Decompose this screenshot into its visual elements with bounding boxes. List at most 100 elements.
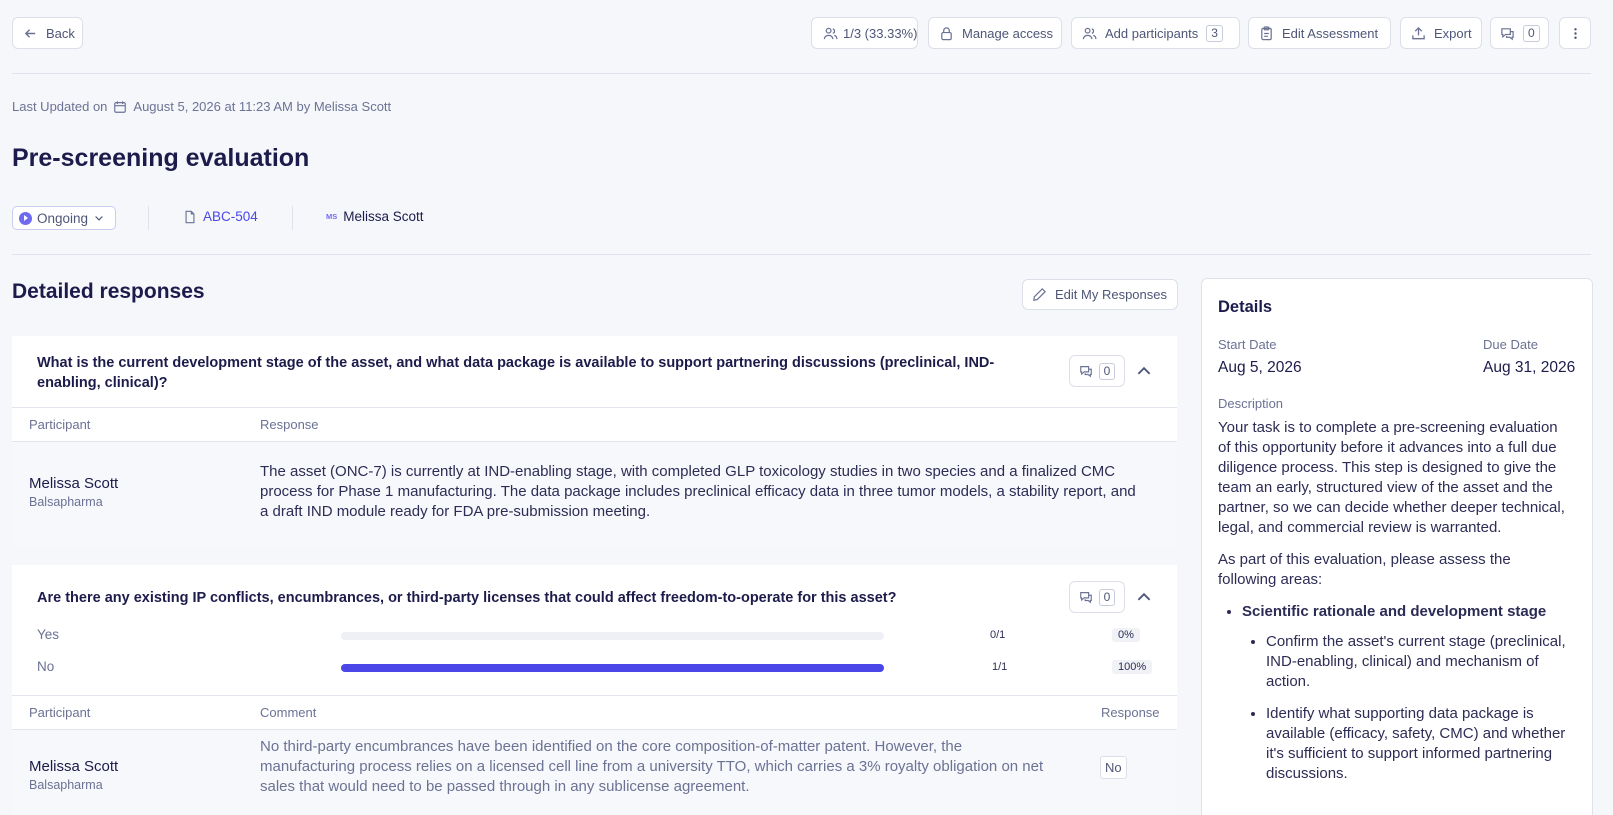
manage-access-button[interactable]: Manage access	[928, 17, 1062, 49]
question-card: What is the current development stage of…	[12, 336, 1177, 548]
back-button[interactable]: Back	[12, 17, 83, 49]
column-header-participant: Participant	[29, 417, 91, 432]
column-header-response: Response	[1101, 705, 1160, 720]
areas-list: Scientific rationale and development sta…	[1218, 602, 1573, 784]
last-updated-value: August 5, 2026 at 11:23 AM by Melissa Sc…	[133, 99, 392, 114]
export-label: Export	[1434, 25, 1472, 41]
comment-text: No third-party encumbrances have been id…	[260, 738, 1044, 795]
progress-label: 1/3 (33.33%)	[843, 25, 918, 41]
edit-assessment-button[interactable]: Edit Assessment	[1248, 17, 1391, 49]
participant-org: Balsapharma	[29, 495, 103, 509]
question-comments-count: 0	[1098, 362, 1116, 380]
description-paragraph: Your task is to complete a pre-screening…	[1218, 419, 1565, 536]
edit-my-responses-label: Edit My Responses	[1055, 287, 1167, 302]
meta-bottom-divider	[12, 254, 1591, 255]
start-date-value: Aug 5, 2026	[1218, 359, 1302, 376]
description-paragraph: As part of this evaluation, please asses…	[1218, 551, 1511, 588]
option-bar	[341, 632, 884, 640]
clipboard-icon	[1261, 25, 1272, 40]
start-date-label: Start Date	[1218, 337, 1277, 352]
more-vertical-icon	[1573, 27, 1577, 39]
option-percent: 100%	[1112, 660, 1153, 674]
lock-icon	[941, 26, 952, 40]
question-comments-button[interactable]: 0	[1069, 355, 1125, 387]
participant-org: Balsapharma	[29, 778, 103, 792]
divider	[12, 695, 1177, 696]
due-date-value: Aug 31, 2026	[1483, 359, 1576, 376]
question-comments-count: 0	[1098, 588, 1116, 606]
status-dropdown[interactable]: Ongoing	[12, 206, 116, 230]
upload-icon	[1412, 26, 1425, 39]
meta-divider	[292, 206, 293, 230]
owner-name: Melissa Scott	[343, 209, 424, 224]
add-participants-label: Add participants	[1105, 25, 1199, 41]
avatar: MS	[326, 212, 338, 221]
chevron-up-icon[interactable]	[1135, 362, 1153, 380]
option-percent: 0%	[1112, 628, 1140, 642]
section-heading: Detailed responses	[12, 280, 205, 303]
response-badge: No	[1100, 756, 1127, 779]
question-comments-button[interactable]: 0	[1069, 581, 1125, 613]
asset-code: ABC-504	[203, 209, 258, 224]
details-heading: Details	[1218, 298, 1273, 316]
pencil-icon	[1033, 288, 1046, 301]
column-header-response: Response	[260, 417, 319, 432]
area-item: Scientific rationale and development sta…	[1242, 602, 1573, 784]
comments-icon	[1079, 592, 1092, 604]
divider	[12, 407, 1177, 408]
edit-my-responses-button[interactable]: Edit My Responses	[1022, 279, 1178, 310]
column-header-comment: Comment	[260, 705, 317, 720]
comments-icon	[1501, 27, 1514, 40]
column-header-participant: Participant	[29, 705, 91, 720]
comments-icon	[1079, 366, 1092, 378]
response-text: The asset (ONC-7) is currently at IND-en…	[260, 463, 1136, 520]
add-participants-button[interactable]: Add participants 3	[1071, 17, 1240, 49]
question-card: Are there any existing IP conflicts, enc…	[12, 565, 1177, 815]
edit-assessment-label: Edit Assessment	[1282, 25, 1379, 41]
progress-indicator[interactable]: 1/3 (33.33%)	[811, 17, 918, 49]
option-row-yes: Yes 0/1 0%	[12, 627, 1177, 647]
arrow-left-icon	[24, 28, 36, 38]
question-text: Are there any existing IP conflicts, enc…	[37, 590, 897, 606]
description-label: Description	[1218, 396, 1284, 411]
owner: MS Melissa Scott	[326, 209, 424, 224]
play-circle-icon	[19, 211, 32, 225]
asset-code-link[interactable]: ABC-504	[183, 209, 258, 224]
more-options-button[interactable]	[1559, 17, 1591, 49]
table-row: Melissa Scott Balsapharma No third-party…	[12, 729, 1177, 815]
back-label: Back	[46, 25, 75, 41]
option-bar	[341, 664, 884, 672]
chevron-up-icon[interactable]	[1135, 588, 1153, 606]
due-date-label: Due Date	[1483, 337, 1538, 352]
question-text: What is the current development stage of…	[37, 355, 995, 391]
option-count: 0/1	[990, 629, 1006, 641]
header-divider	[12, 73, 1591, 74]
table-row: Melissa Scott Balsapharma The asset (ONC…	[12, 441, 1177, 548]
option-label: No	[37, 659, 55, 674]
area-subitem: Confirm the asset's current stage (precl…	[1266, 632, 1573, 692]
participant-name: Melissa Scott	[29, 475, 119, 492]
users-icon	[1082, 27, 1097, 39]
status-label: Ongoing	[37, 210, 89, 226]
chevron-down-icon	[95, 216, 103, 221]
page-title: Pre-screening evaluation	[12, 144, 310, 172]
option-label: Yes	[37, 627, 60, 642]
calendar-icon	[114, 100, 127, 113]
last-updated: Last Updated on August 5, 2026 at 11:23 …	[12, 99, 391, 114]
document-icon	[185, 210, 195, 223]
option-count: 1/1	[992, 661, 1008, 673]
area-subitem: Identify what supporting data package is…	[1266, 704, 1573, 784]
option-bar-fill	[341, 664, 884, 672]
users-icon	[823, 27, 838, 39]
option-row-no: No 1/1 100%	[12, 659, 1177, 679]
comments-button[interactable]: 0	[1490, 17, 1549, 49]
comments-count: 0	[1523, 24, 1540, 42]
manage-access-label: Manage access	[962, 25, 1054, 41]
area-title: Scientific rationale and development sta…	[1242, 603, 1547, 620]
participant-name: Melissa Scott	[29, 758, 119, 775]
meta-divider	[148, 206, 149, 230]
last-updated-prefix: Last Updated on	[12, 99, 108, 114]
export-button[interactable]: Export	[1400, 17, 1482, 49]
description: Your task is to complete a pre-screening…	[1218, 418, 1573, 796]
participants-count: 3	[1206, 24, 1223, 42]
